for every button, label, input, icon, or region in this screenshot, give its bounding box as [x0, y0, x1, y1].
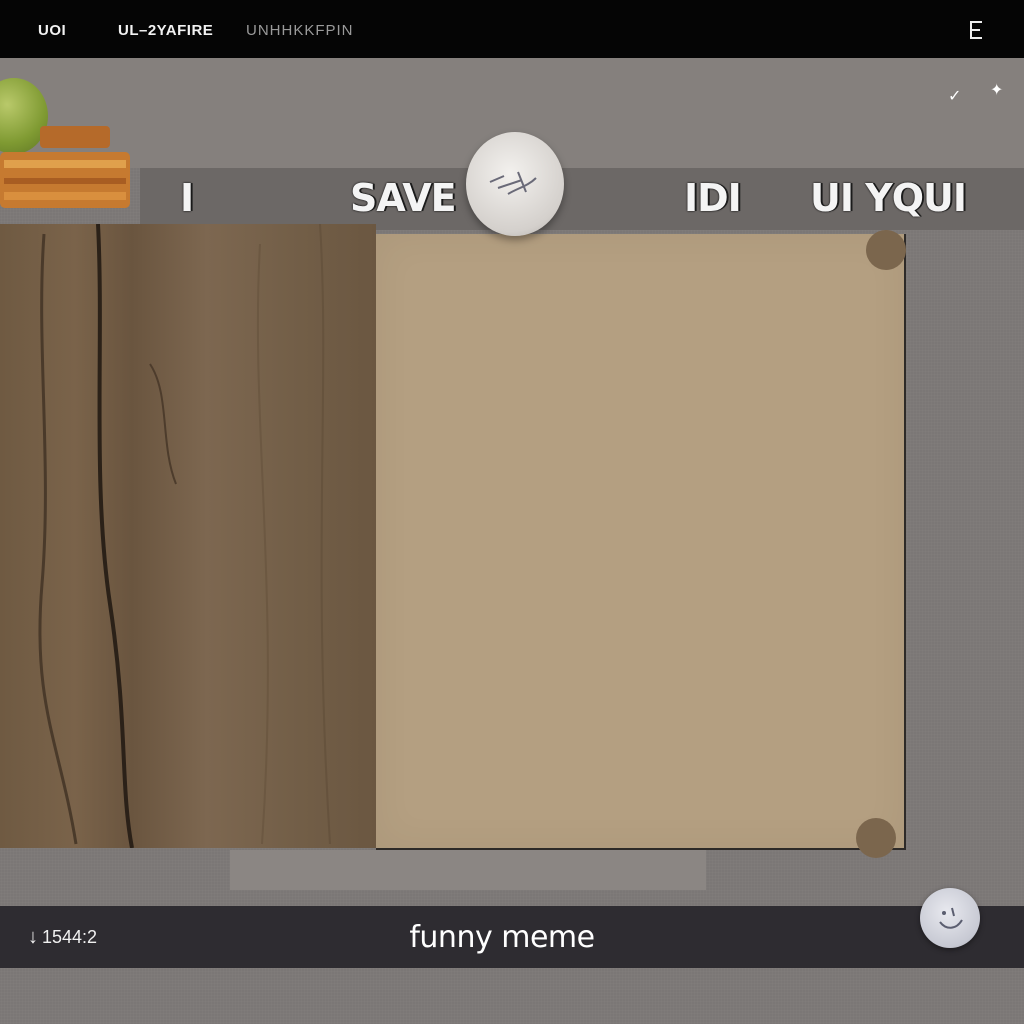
- basket-image: [0, 126, 130, 208]
- banner-word-2: SAVE: [350, 176, 457, 220]
- pin-icon: [466, 132, 564, 236]
- banner-word-3: IDI: [684, 176, 742, 220]
- meme-caption: funny meme: [409, 920, 595, 955]
- wood-panel: [0, 224, 376, 848]
- menu-icon[interactable]: [970, 18, 984, 42]
- banner-word-1: I: [180, 176, 194, 220]
- tab-unhhkkfpin[interactable]: UNHHKKFPIN: [246, 22, 354, 39]
- meme-image-card[interactable]: [376, 230, 906, 858]
- tab-uoi[interactable]: UOI: [38, 22, 66, 39]
- bottom-caption-bar: ↓ 1544:2 funny meme: [0, 906, 1024, 968]
- banner-word-4: UI YQUI: [810, 176, 967, 220]
- tab-ul-2yafire[interactable]: UL–2YAFIRE: [118, 22, 213, 39]
- face-icon[interactable]: [920, 888, 980, 948]
- top-bar: UOI UL–2YAFIRE UNHHKKFPIN: [0, 0, 1024, 58]
- banner-strip: I SAVE IDI UI YQUI: [140, 168, 1024, 230]
- card-shadow: [230, 850, 706, 890]
- card-corner-bottom-right: [856, 818, 896, 858]
- sparkle-icon: ✦: [990, 82, 1004, 99]
- card-corner-top-right: [866, 230, 906, 270]
- check-icon: ✓: [948, 88, 962, 105]
